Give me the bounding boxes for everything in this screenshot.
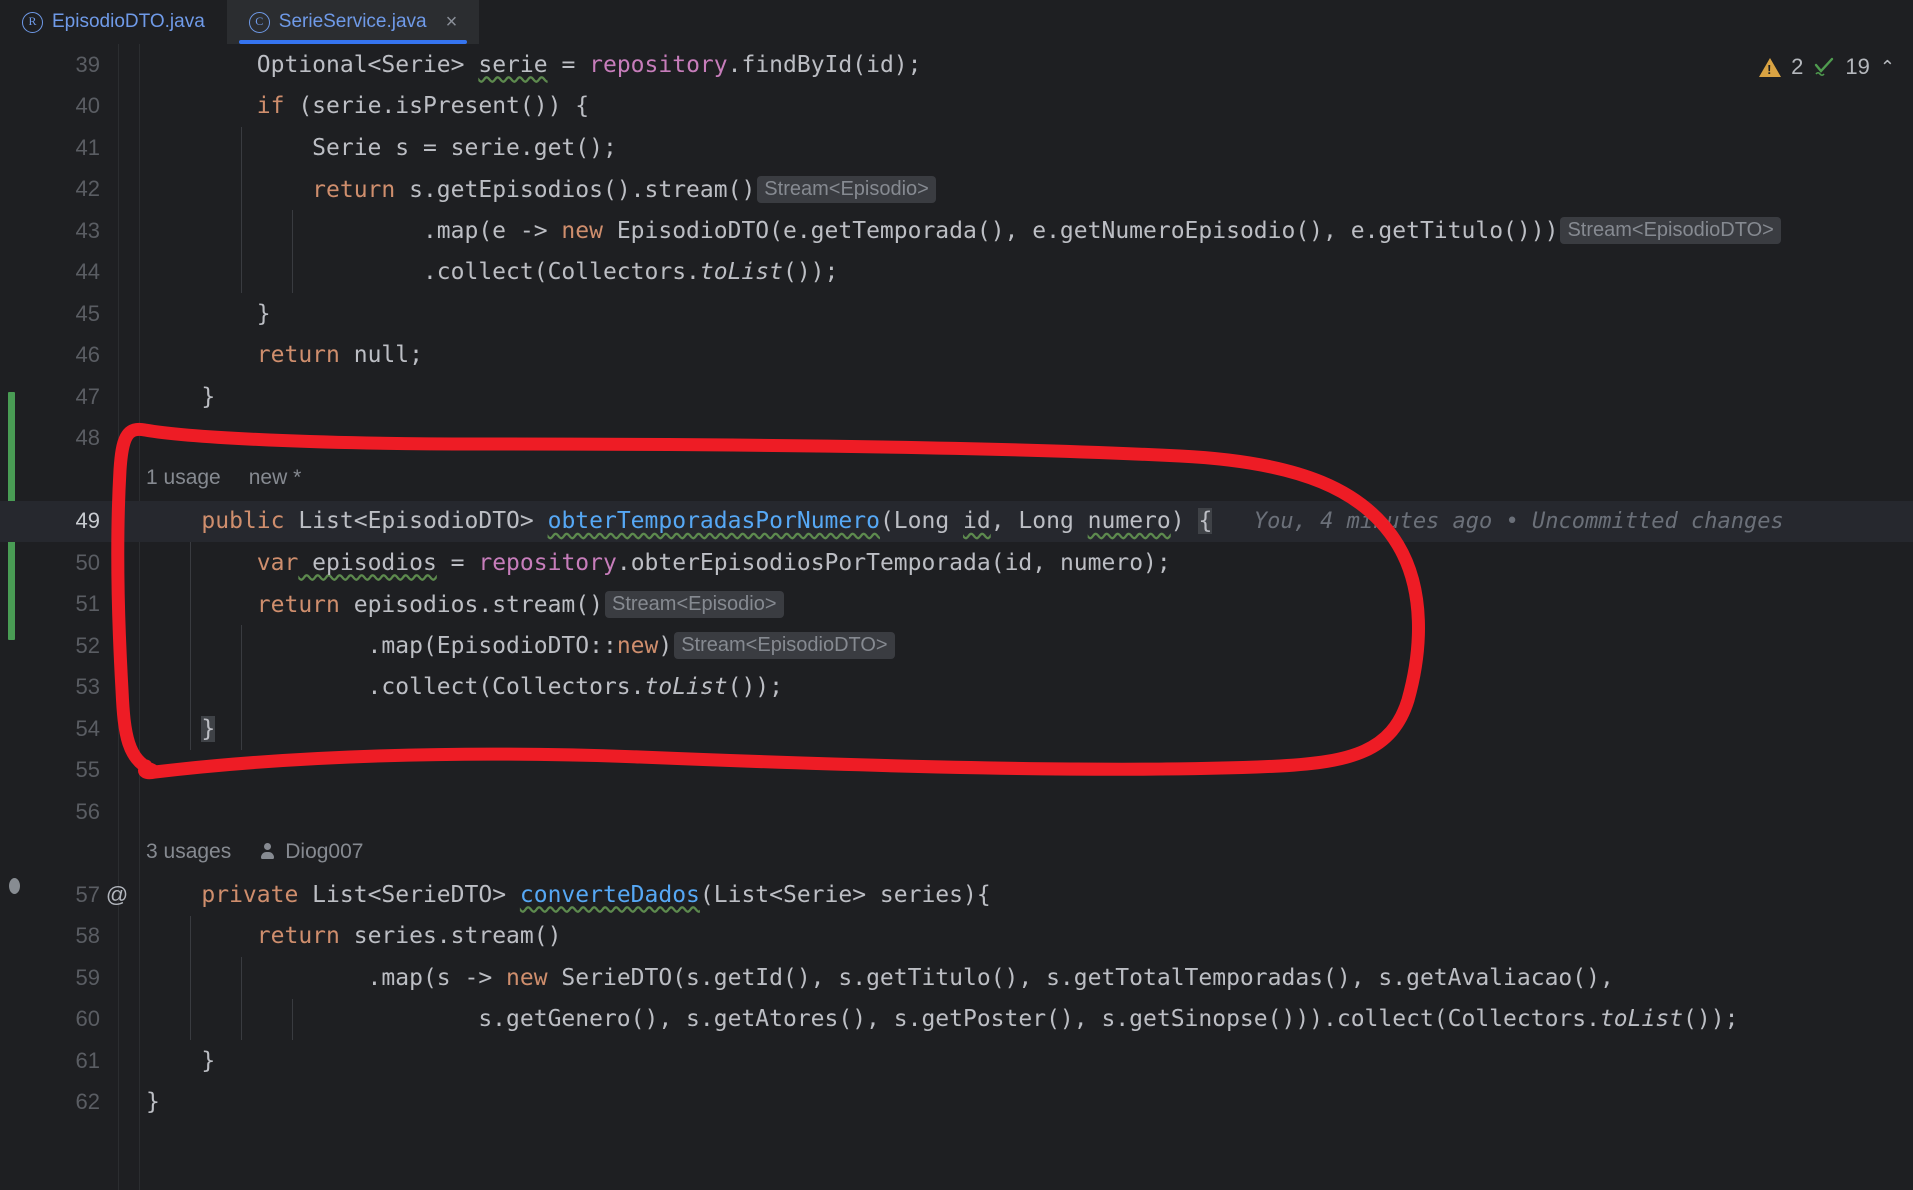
code-editor[interactable]: 2 19 ⌃ 39 Optional<Serie> serie = reposi…	[0, 44, 1913, 1190]
line-content: s.getGenero(), s.getAtores(), s.getPoste…	[146, 1006, 1739, 1033]
code-line-48[interactable]: 48	[0, 418, 1913, 460]
code-author[interactable]: new *	[249, 466, 302, 490]
code-line-61[interactable]: 61 }	[0, 1040, 1913, 1082]
line-content: return s.getEpisodios().stream() Stream<E…	[146, 175, 936, 203]
line-number[interactable]: 52	[0, 633, 100, 659]
code-line-41[interactable]: 41 Serie s = serie.get();	[0, 127, 1913, 169]
line-content: }	[146, 1089, 160, 1116]
code-line-59[interactable]: 59 .map(s -> new SerieDTO(s.getId(), s.g…	[0, 957, 1913, 999]
code-vision-hints[interactable]: 3 usages Diog007	[146, 840, 363, 864]
line-number[interactable]: 49	[0, 508, 100, 534]
line-number[interactable]: 47	[0, 384, 100, 410]
line-number[interactable]: 45	[0, 301, 100, 327]
line-content: Optional<Serie> serie = repository.findB…	[146, 51, 922, 78]
line-number[interactable]: 61	[0, 1048, 100, 1074]
line-content: .collect(Collectors.toList());	[146, 259, 839, 286]
line-number[interactable]: 55	[0, 757, 100, 783]
line-number[interactable]: 42	[0, 176, 100, 202]
tab-serieservice-java[interactable]: C SerieService.java ×	[226, 0, 480, 44]
line-content: .collect(Collectors.toList());	[146, 674, 783, 701]
line-content: Serie s = serie.get();	[146, 134, 617, 161]
line-number[interactable]: 46	[0, 342, 100, 368]
line-number[interactable]: 40	[0, 93, 100, 119]
line-content: }	[146, 1047, 216, 1074]
code-line-39[interactable]: 39 Optional<Serie> serie = repository.fi…	[0, 44, 1913, 86]
line-number[interactable]: 48	[0, 425, 100, 451]
code-line-40[interactable]: 40 if (serie.isPresent()) {	[0, 86, 1913, 128]
line-number[interactable]: 39	[0, 52, 100, 78]
line-content: return series.stream()	[256, 923, 562, 950]
tab-label: EpisodioDTO.java	[52, 11, 205, 32]
code-line-47[interactable]: 47 }	[0, 376, 1913, 418]
line-content: var episodios = repository.obterEpisodio…	[256, 549, 1171, 576]
git-blame-annotation: You, 4 minutes ago • Uncommitted changes	[1253, 509, 1784, 535]
code-line-58[interactable]: 58 return series.stream()	[0, 915, 1913, 957]
line-number[interactable]: 62	[0, 1089, 100, 1115]
code-line-45[interactable]: 45 }	[0, 293, 1913, 335]
line-number[interactable]: 57	[0, 882, 100, 908]
code-line-52[interactable]: 52 .map(EpisodioDTO::new) Stream<Episodio…	[0, 625, 1913, 667]
person-icon	[259, 843, 276, 860]
line-content: return episodios.stream() Stream<Episodio…	[146, 590, 784, 618]
java-class-icon: C	[248, 11, 270, 33]
inlay-type-hint: Stream<EpisodioDTO>	[674, 632, 895, 660]
code-line-51[interactable]: 51 return episodios.stream() Stream<Episo…	[0, 583, 1913, 625]
code-line-43[interactable]: 43 .map(e -> new EpisodioDTO(e.getTempor…	[0, 210, 1913, 252]
inlay-type-hint: Stream<Episodio>	[604, 590, 784, 618]
line-content: }	[146, 383, 216, 410]
code-line-54[interactable]: 54 }	[0, 708, 1913, 750]
line-content: .map(e -> new EpisodioDTO(e.getTemporada…	[146, 217, 1781, 245]
editor-tab-bar: R EpisodioDTO.java C SerieService.java ×	[0, 0, 1913, 45]
tab-label: SerieService.java	[278, 11, 427, 32]
line-number[interactable]: 60	[0, 1006, 100, 1032]
inlay-type-hint: Stream<EpisodioDTO>	[1560, 217, 1781, 245]
line-number[interactable]: 50	[0, 550, 100, 576]
code-line-60[interactable]: 60 s.getGenero(), s.getAtores(), s.getPo…	[0, 998, 1913, 1040]
line-content: private List<SerieDTO> converteDados(Lis…	[201, 881, 991, 908]
line-number[interactable]: 43	[0, 218, 100, 244]
method-name-converteDados: converteDados	[519, 881, 700, 908]
line-content: return null;	[256, 342, 423, 369]
line-number[interactable]: 41	[0, 135, 100, 161]
code-line-44[interactable]: 44 .collect(Collectors.toList());	[0, 251, 1913, 293]
code-line-42[interactable]: 42 return s.getEpisodios().stream() Strea…	[0, 168, 1913, 210]
ide-window: R EpisodioDTO.java C SerieService.java ×…	[0, 0, 1913, 1190]
line-number[interactable]: 51	[0, 591, 100, 617]
code-line-53[interactable]: 53 .collect(Collectors.toList());	[0, 666, 1913, 708]
line-content: .map(s -> new SerieDTO(s.getId(), s.getT…	[146, 964, 1614, 991]
record-class-icon: R	[22, 11, 43, 33]
code-line-49[interactable]: 49 public List<EpisodioDTO> obterTempora…	[0, 500, 1913, 542]
tab-episodiodto-java[interactable]: R EpisodioDTO.java	[0, 0, 227, 44]
code-line-56[interactable]: 56	[0, 791, 1913, 833]
line-content: .map(EpisodioDTO::new) Stream<EpisodioDTO…	[146, 632, 895, 660]
line-content: }	[146, 300, 271, 327]
line-number[interactable]: 58	[0, 923, 100, 949]
annotation-gutter-icon[interactable]: @	[104, 882, 130, 908]
line-content: if (serie.isPresent()) {	[256, 93, 590, 120]
line-content: public List<EpisodioDTO> obterTemporadas…	[201, 508, 1784, 535]
code-vision-row-49: 1 usage new *	[0, 459, 1913, 501]
code-vision-hints[interactable]: 1 usage new *	[146, 466, 301, 490]
close-icon[interactable]: ×	[446, 12, 458, 32]
code-line-62[interactable]: 62 }	[0, 1082, 1913, 1124]
line-content: }	[201, 715, 216, 742]
line-number[interactable]: 59	[0, 965, 100, 991]
code-line-50[interactable]: 50 var episodios = repository.obterEpiso…	[0, 542, 1913, 584]
line-number[interactable]: 56	[0, 799, 100, 825]
line-number[interactable]: 53	[0, 674, 100, 700]
usages-count[interactable]: 3 usages	[146, 840, 231, 864]
line-number[interactable]: 54	[0, 716, 100, 742]
code-author[interactable]: Diog007	[285, 840, 363, 864]
code-vision-row-57: 3 usages Diog007	[0, 833, 1913, 875]
usages-count[interactable]: 1 usage	[146, 466, 221, 490]
code-line-55[interactable]: 55	[0, 750, 1913, 792]
method-name-obterTemporadasPorNumero: obterTemporadasPorNumero	[547, 508, 880, 535]
line-number[interactable]: 44	[0, 259, 100, 285]
code-line-46[interactable]: 46 return null;	[0, 335, 1913, 377]
inlay-type-hint: Stream<Episodio>	[757, 175, 936, 203]
code-line-57[interactable]: 57 @ private List<SerieDTO> converteDado…	[0, 874, 1913, 916]
